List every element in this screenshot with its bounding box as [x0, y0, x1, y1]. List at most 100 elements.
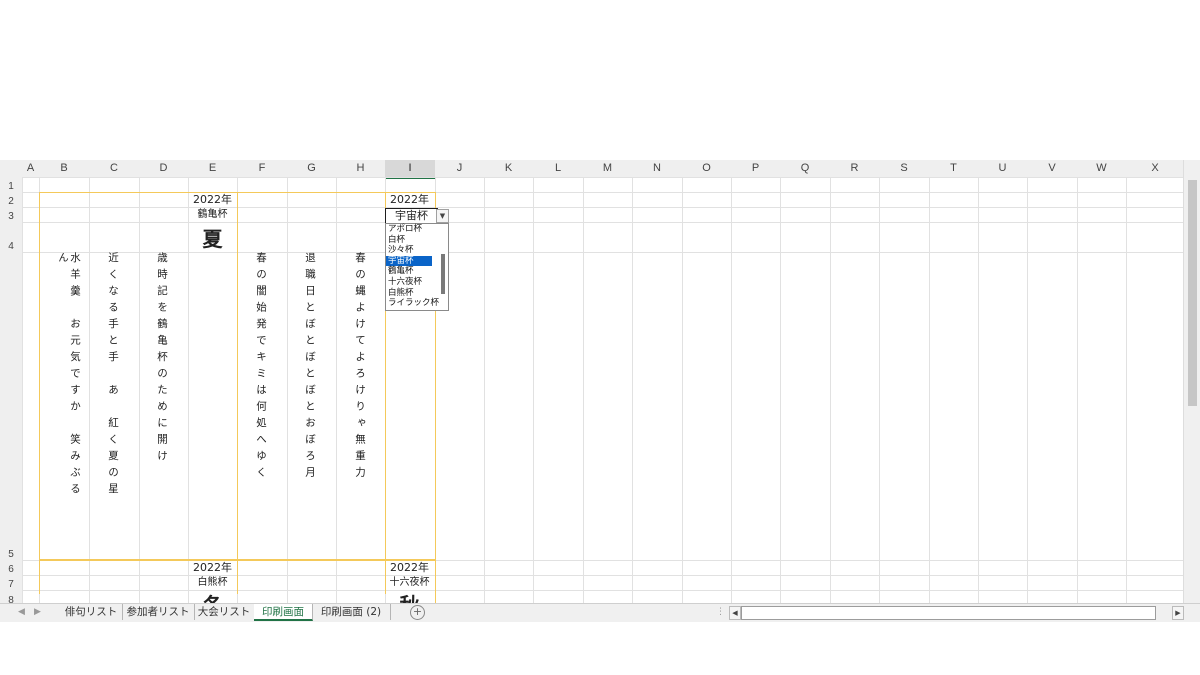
cell-I8[interactable]: 秋 — [385, 589, 434, 603]
gridline-vertical — [978, 177, 979, 606]
haiku-column-B[interactable]: 水羊羹 お元気ですか 笑みぶるん — [57, 252, 81, 502]
vertical-scrollbar[interactable] — [1183, 160, 1200, 606]
row-header-4[interactable]: 4 — [0, 222, 23, 253]
cell-I6[interactable]: 2022年 — [385, 560, 434, 575]
row-header-3[interactable]: 3 — [0, 207, 23, 223]
cell-I2[interactable]: 2022年 — [385, 192, 434, 207]
column-header-D[interactable]: D — [139, 160, 189, 178]
sheet-tab[interactable]: 印刷画面 (2) — [312, 604, 391, 620]
gridline-vertical — [879, 177, 880, 606]
gridline-vertical — [139, 177, 140, 606]
gridline-vertical — [336, 177, 337, 606]
column-header-K[interactable]: K — [484, 160, 534, 178]
haiku-column-D[interactable]: 歳時記を鶴亀杯のために開け — [156, 252, 168, 502]
gridline-horizontal — [22, 252, 1184, 253]
dropdown-option[interactable]: 鶴亀杯 — [386, 266, 448, 277]
select-all-corner[interactable] — [0, 160, 23, 178]
sheet-tab[interactable]: 参加者リスト — [122, 604, 195, 620]
gridline-vertical — [89, 177, 90, 606]
tab-scroll-left-icon[interactable]: ◀ — [18, 604, 25, 620]
dropdown-option[interactable]: 白杯 — [386, 235, 448, 246]
spreadsheet-grid[interactable]: ABCDEFGHIJKLMNOPQRSTUVWX 12345678 2022年 … — [0, 156, 1200, 622]
dropdown-option[interactable]: 十六夜杯 — [386, 277, 448, 288]
gridline-vertical — [484, 177, 485, 606]
column-header-E[interactable]: E — [188, 160, 238, 178]
dropdown-scrollbar-thumb[interactable] — [441, 254, 445, 294]
dropdown-option[interactable]: ライラック杯 — [386, 298, 448, 309]
column-header-B[interactable]: B — [39, 160, 90, 178]
cell-E6[interactable]: 2022年 — [188, 560, 237, 575]
column-header-C[interactable]: C — [89, 160, 140, 178]
dropdown-selected-value: 宇宙杯 — [395, 209, 428, 222]
haiku-column-G[interactable]: 退職日とぼとぼとぼとおぼろ月 — [304, 252, 316, 502]
column-header-P[interactable]: P — [731, 160, 781, 178]
gridline-vertical — [22, 177, 23, 606]
column-header-L[interactable]: L — [533, 160, 584, 178]
cell-E8[interactable]: 冬 — [188, 589, 237, 603]
gridline-horizontal — [22, 177, 1184, 178]
sheet-tab[interactable]: 大会リスト — [194, 604, 255, 620]
dropdown-option[interactable]: 宇宙杯 — [386, 255, 432, 267]
row-header-7[interactable]: 7 — [0, 575, 23, 591]
dropdown-option[interactable]: 沙々杯 — [386, 245, 448, 256]
tab-scroll-right-icon[interactable]: ▶ — [34, 604, 41, 620]
column-header-Q[interactable]: Q — [780, 160, 831, 178]
dropdown-arrow-icon[interactable]: ▼ — [436, 209, 449, 223]
gridline-vertical — [682, 177, 683, 606]
dropdown-option[interactable]: アポロ杯 — [386, 224, 448, 235]
column-header-J[interactable]: J — [435, 160, 485, 178]
gridline-vertical — [1077, 177, 1078, 606]
sheet-tab[interactable]: 印刷画面 — [254, 604, 313, 621]
haiku-column-C[interactable]: 近くなる手と手 あ 紅く夏の星 — [107, 252, 119, 502]
row-header-1[interactable]: 1 — [0, 177, 23, 193]
plus-circle-icon[interactable]: + — [410, 605, 425, 620]
horizontal-scrollbar[interactable] — [741, 606, 1156, 620]
print-frame-border — [39, 192, 435, 193]
gridline-vertical — [583, 177, 584, 606]
cell-E7[interactable]: 白熊杯 — [188, 575, 237, 590]
gridline-vertical — [780, 177, 781, 606]
hscroll-left-icon[interactable]: ◀ — [729, 606, 741, 620]
column-header-S[interactable]: S — [879, 160, 930, 178]
column-header-G[interactable]: G — [287, 160, 337, 178]
column-header-M[interactable]: M — [583, 160, 633, 178]
cell-E4[interactable]: 夏 — [188, 223, 237, 252]
haiku-column-H[interactable]: 春の蝿よけてよろけりゃ無重力 — [354, 252, 366, 502]
column-header-R[interactable]: R — [830, 160, 880, 178]
column-header-H[interactable]: H — [336, 160, 386, 178]
row-header-6[interactable]: 6 — [0, 560, 23, 576]
cell-I7[interactable]: 十六夜杯 — [385, 575, 434, 590]
cell-E2[interactable]: 2022年 — [188, 192, 237, 207]
column-header-O[interactable]: O — [682, 160, 732, 178]
gridline-vertical — [731, 177, 732, 606]
column-header-N[interactable]: N — [632, 160, 683, 178]
print-frame-border — [39, 560, 435, 561]
column-header-F[interactable]: F — [237, 160, 288, 178]
gridline-vertical — [533, 177, 534, 606]
sheet-tab[interactable]: 俳句リスト — [60, 604, 123, 620]
haiku-column-F[interactable]: 春の闇始発でキミは何処へゆく — [255, 252, 267, 502]
gridline-vertical — [830, 177, 831, 606]
dropdown-list[interactable]: アポロ杯 白杯 沙々杯 宇宙杯 鶴亀杯 十六夜杯 白熊杯 ライラック杯 — [385, 223, 449, 311]
splitter-handle-icon[interactable]: ⋮ — [716, 604, 725, 620]
print-frame-border — [237, 192, 238, 594]
row-header-2[interactable]: 2 — [0, 192, 23, 208]
hscroll-right-icon[interactable]: ▶ — [1172, 606, 1184, 620]
dropdown-option[interactable]: 白熊杯 — [386, 288, 448, 299]
sheet-tabs-bar: ◀ ▶ 俳句リスト 参加者リスト 大会リスト 印刷画面 印刷画面 (2) + ⋮ ◀ ▶ — [0, 603, 1200, 622]
column-header-W[interactable]: W — [1077, 160, 1127, 178]
column-header-U[interactable]: U — [978, 160, 1028, 178]
column-header-A[interactable]: A — [22, 160, 40, 178]
gridline-vertical — [287, 177, 288, 606]
gridline-vertical — [632, 177, 633, 606]
column-header-T[interactable]: T — [929, 160, 979, 178]
gridline-vertical — [929, 177, 930, 606]
column-header-V[interactable]: V — [1027, 160, 1078, 178]
vertical-scrollbar-thumb[interactable] — [1188, 180, 1197, 406]
gridline-vertical — [1027, 177, 1028, 606]
column-header-X[interactable]: X — [1126, 160, 1185, 178]
print-frame-border — [39, 192, 40, 594]
row-header-5[interactable]: 5 — [0, 252, 23, 561]
gridline-vertical — [1126, 177, 1127, 606]
cell-E3[interactable]: 鶴亀杯 — [188, 207, 237, 222]
